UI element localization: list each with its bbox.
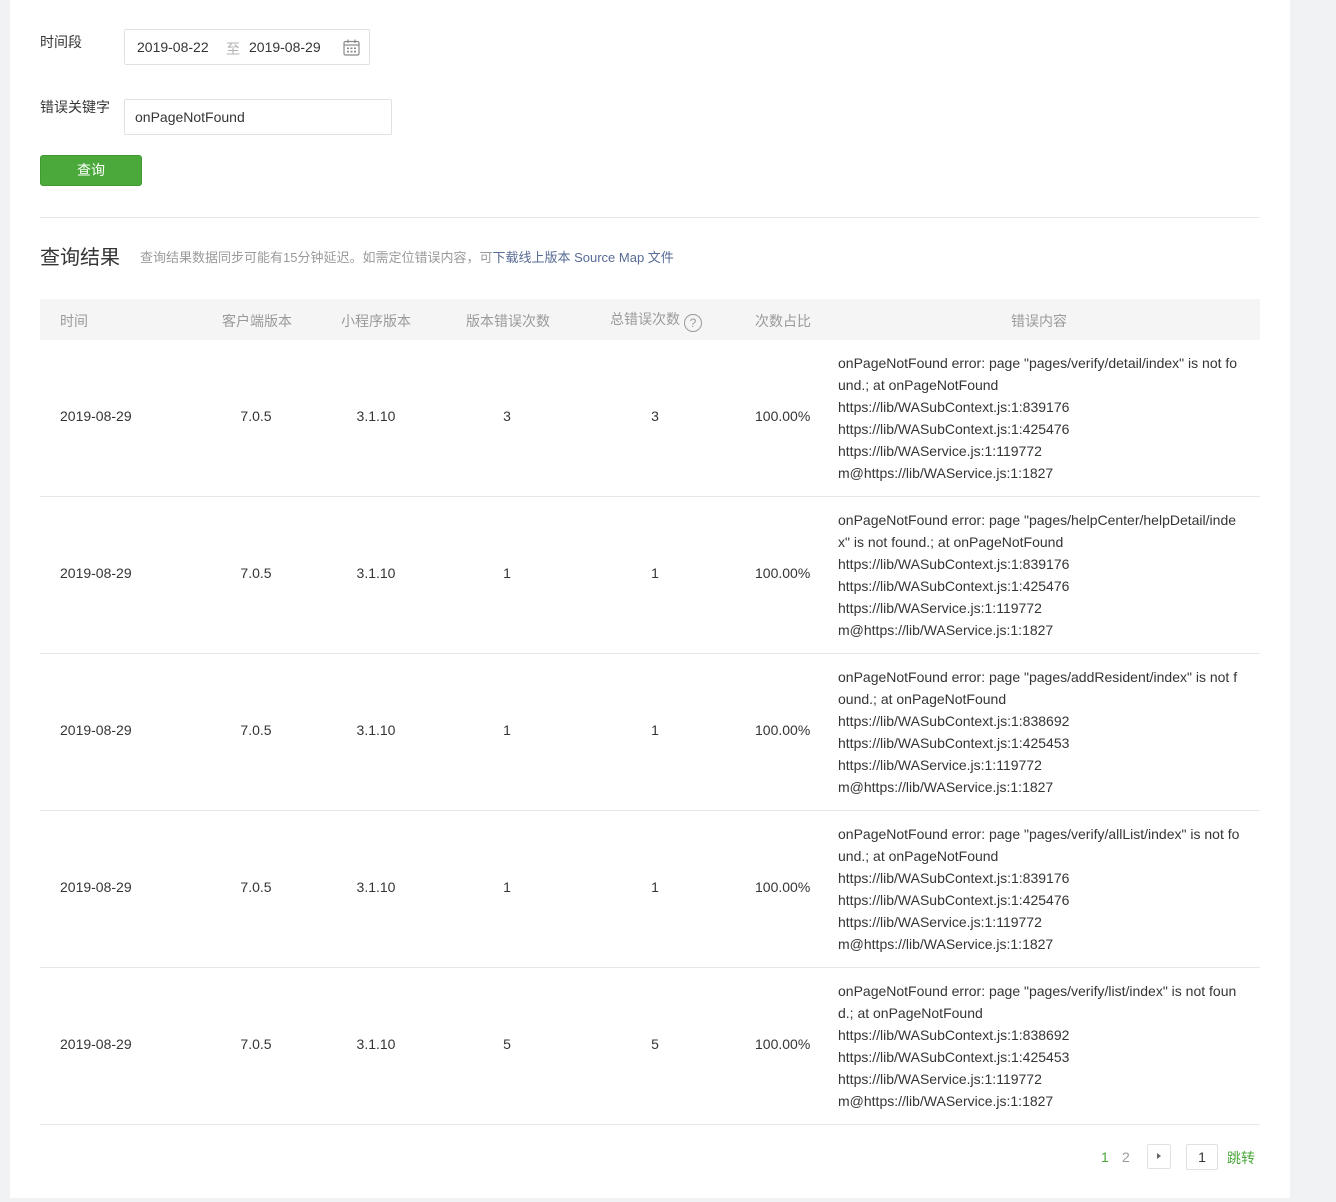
error-line: onPageNotFound error: page "pages/addRes… — [838, 669, 1238, 707]
main-panel: 时间段 2019-08-22 至 2019-08-29 错误关键字 查询 查询结… — [10, 0, 1290, 1198]
error-line: https://lib/WASubContext.js:1:838692 — [838, 713, 1070, 729]
cell-total-errors: 3 — [651, 408, 659, 424]
error-line: https://lib/WASubContext.js:1:425476 — [838, 421, 1070, 437]
results-title: 查询结果 — [40, 247, 120, 269]
cell-app-version: 3.1.10 — [356, 722, 396, 738]
error-line: https://lib/WAService.js:1:119772 — [838, 1071, 1042, 1087]
error-keyword-label: 错误关键字 — [40, 99, 110, 115]
cell-error-content: onPageNotFound error: page "pages/verify… — [838, 980, 1243, 1112]
results-note-text: 查询结果数据同步可能有15分钟延迟。如需定位错误内容，可 — [140, 250, 493, 265]
error-table: 时间 客户端版本 小程序版本 版本错误次数 总错误次数? 次数占比 错误内容 2… — [40, 299, 1260, 1125]
page-jump-input[interactable] — [1186, 1144, 1218, 1170]
cell-ratio: 100.00% — [755, 722, 811, 738]
error-line: onPageNotFound error: page "pages/verify… — [838, 826, 1240, 864]
page-1[interactable]: 1 — [1101, 1149, 1109, 1165]
cell-client-version: 7.0.5 — [240, 722, 272, 738]
cell-ratio: 100.00% — [755, 408, 811, 424]
cell-client-version: 7.0.5 — [240, 408, 272, 424]
page-2[interactable]: 2 — [1122, 1149, 1130, 1165]
error-line: m@https://lib/WAService.js:1:1827 — [838, 779, 1054, 795]
header-total-errors-label: 总错误次数 — [610, 311, 680, 327]
cell-client-version: 7.0.5 — [240, 1036, 272, 1052]
cell-error-content: onPageNotFound error: page "pages/verify… — [838, 823, 1243, 955]
error-line: m@https://lib/WAService.js:1:1827 — [838, 1093, 1054, 1109]
error-line: https://lib/WAService.js:1:119772 — [838, 914, 1042, 930]
error-line: https://lib/WAService.js:1:119772 — [838, 443, 1042, 459]
cell-error-content: onPageNotFound error: page "pages/addRes… — [838, 666, 1243, 798]
error-line: m@https://lib/WAService.js:1:1827 — [838, 622, 1054, 638]
table-row: 2019-08-29 7.0.5 3.1.10 1 1 100.00% onPa… — [40, 497, 1260, 654]
cell-time: 2019-08-29 — [60, 408, 132, 424]
section-divider — [40, 217, 1260, 218]
header-total-errors: 总错误次数? — [610, 309, 702, 332]
error-line: https://lib/WASubContext.js:1:839176 — [838, 399, 1070, 415]
error-line: m@https://lib/WAService.js:1:1827 — [838, 465, 1054, 481]
error-line: https://lib/WASubContext.js:1:839176 — [838, 556, 1070, 572]
header-error-content: 错误内容 — [1011, 313, 1067, 329]
cell-version-errors: 5 — [503, 1036, 511, 1052]
date-start[interactable]: 2019-08-22 — [137, 39, 209, 55]
help-circle-icon[interactable]: ? — [684, 314, 702, 332]
table-row: 2019-08-29 7.0.5 3.1.10 3 3 100.00% onPa… — [40, 340, 1260, 497]
cell-error-content: onPageNotFound error: page "pages/helpCe… — [838, 509, 1243, 641]
header-ratio: 次数占比 — [755, 313, 811, 329]
date-end[interactable]: 2019-08-29 — [249, 39, 321, 55]
cell-time: 2019-08-29 — [60, 565, 132, 581]
cell-error-content: onPageNotFound error: page "pages/verify… — [838, 352, 1243, 484]
cell-ratio: 100.00% — [755, 879, 811, 895]
date-separator: 至 — [226, 41, 240, 57]
error-line: onPageNotFound error: page "pages/verify… — [838, 355, 1238, 393]
error-line: onPageNotFound error: page "pages/verify… — [838, 983, 1237, 1021]
error-line: https://lib/WASubContext.js:1:425453 — [838, 1049, 1070, 1065]
cell-client-version: 7.0.5 — [240, 565, 272, 581]
page-jump-button[interactable]: 跳转 — [1227, 1148, 1255, 1168]
error-line: https://lib/WASubContext.js:1:425476 — [838, 578, 1070, 594]
error-line: onPageNotFound error: page "pages/helpCe… — [838, 512, 1237, 550]
download-source-map-link[interactable]: 下载线上版本 Source Map 文件 — [492, 250, 673, 265]
cell-app-version: 3.1.10 — [356, 408, 396, 424]
header-app-version: 小程序版本 — [341, 313, 411, 329]
table-row: 2019-08-29 7.0.5 3.1.10 1 1 100.00% onPa… — [40, 654, 1260, 811]
cell-version-errors: 1 — [503, 722, 511, 738]
cell-app-version: 3.1.10 — [356, 879, 396, 895]
header-version-errors: 版本错误次数 — [466, 313, 550, 329]
error-line: https://lib/WAService.js:1:119772 — [838, 757, 1042, 773]
cell-time: 2019-08-29 — [60, 1036, 132, 1052]
cell-client-version: 7.0.5 — [240, 879, 272, 895]
error-line: https://lib/WASubContext.js:1:425476 — [838, 892, 1070, 908]
error-keyword-input[interactable] — [124, 99, 392, 135]
cell-total-errors: 1 — [651, 722, 659, 738]
header-client-version: 客户端版本 — [222, 313, 292, 329]
query-button[interactable]: 查询 — [40, 155, 142, 186]
table-row: 2019-08-29 7.0.5 3.1.10 1 1 100.00% onPa… — [40, 811, 1260, 968]
cell-total-errors: 5 — [651, 1036, 659, 1052]
cell-time: 2019-08-29 — [60, 722, 132, 738]
error-line: https://lib/WASubContext.js:1:839176 — [838, 870, 1070, 886]
cell-ratio: 100.00% — [755, 565, 811, 581]
date-range-picker[interactable]: 2019-08-22 至 2019-08-29 — [124, 29, 370, 65]
header-time: 时间 — [60, 313, 88, 329]
cell-app-version: 3.1.10 — [356, 1036, 396, 1052]
cell-total-errors: 1 — [651, 879, 659, 895]
results-note: 查询结果数据同步可能有15分钟延迟。如需定位错误内容，可下载线上版本 Sourc… — [140, 247, 674, 266]
cell-ratio: 100.00% — [755, 1036, 811, 1052]
cell-total-errors: 1 — [651, 565, 659, 581]
next-page-button[interactable] — [1147, 1144, 1171, 1169]
time-range-label: 时间段 — [40, 34, 82, 50]
cell-time: 2019-08-29 — [60, 879, 132, 895]
error-line: https://lib/WAService.js:1:119772 — [838, 600, 1042, 616]
cell-version-errors: 3 — [503, 408, 511, 424]
calendar-icon[interactable] — [343, 39, 360, 56]
cell-version-errors: 1 — [503, 565, 511, 581]
cell-app-version: 3.1.10 — [356, 565, 396, 581]
cell-version-errors: 1 — [503, 879, 511, 895]
table-row: 2019-08-29 7.0.5 3.1.10 5 5 100.00% onPa… — [40, 968, 1260, 1125]
table-header: 时间 客户端版本 小程序版本 版本错误次数 总错误次数? 次数占比 错误内容 — [40, 299, 1260, 340]
chevron-right-icon — [1157, 1153, 1161, 1159]
error-line: https://lib/WASubContext.js:1:425453 — [838, 735, 1070, 751]
error-line: m@https://lib/WAService.js:1:1827 — [838, 936, 1054, 952]
error-line: https://lib/WASubContext.js:1:838692 — [838, 1027, 1070, 1043]
